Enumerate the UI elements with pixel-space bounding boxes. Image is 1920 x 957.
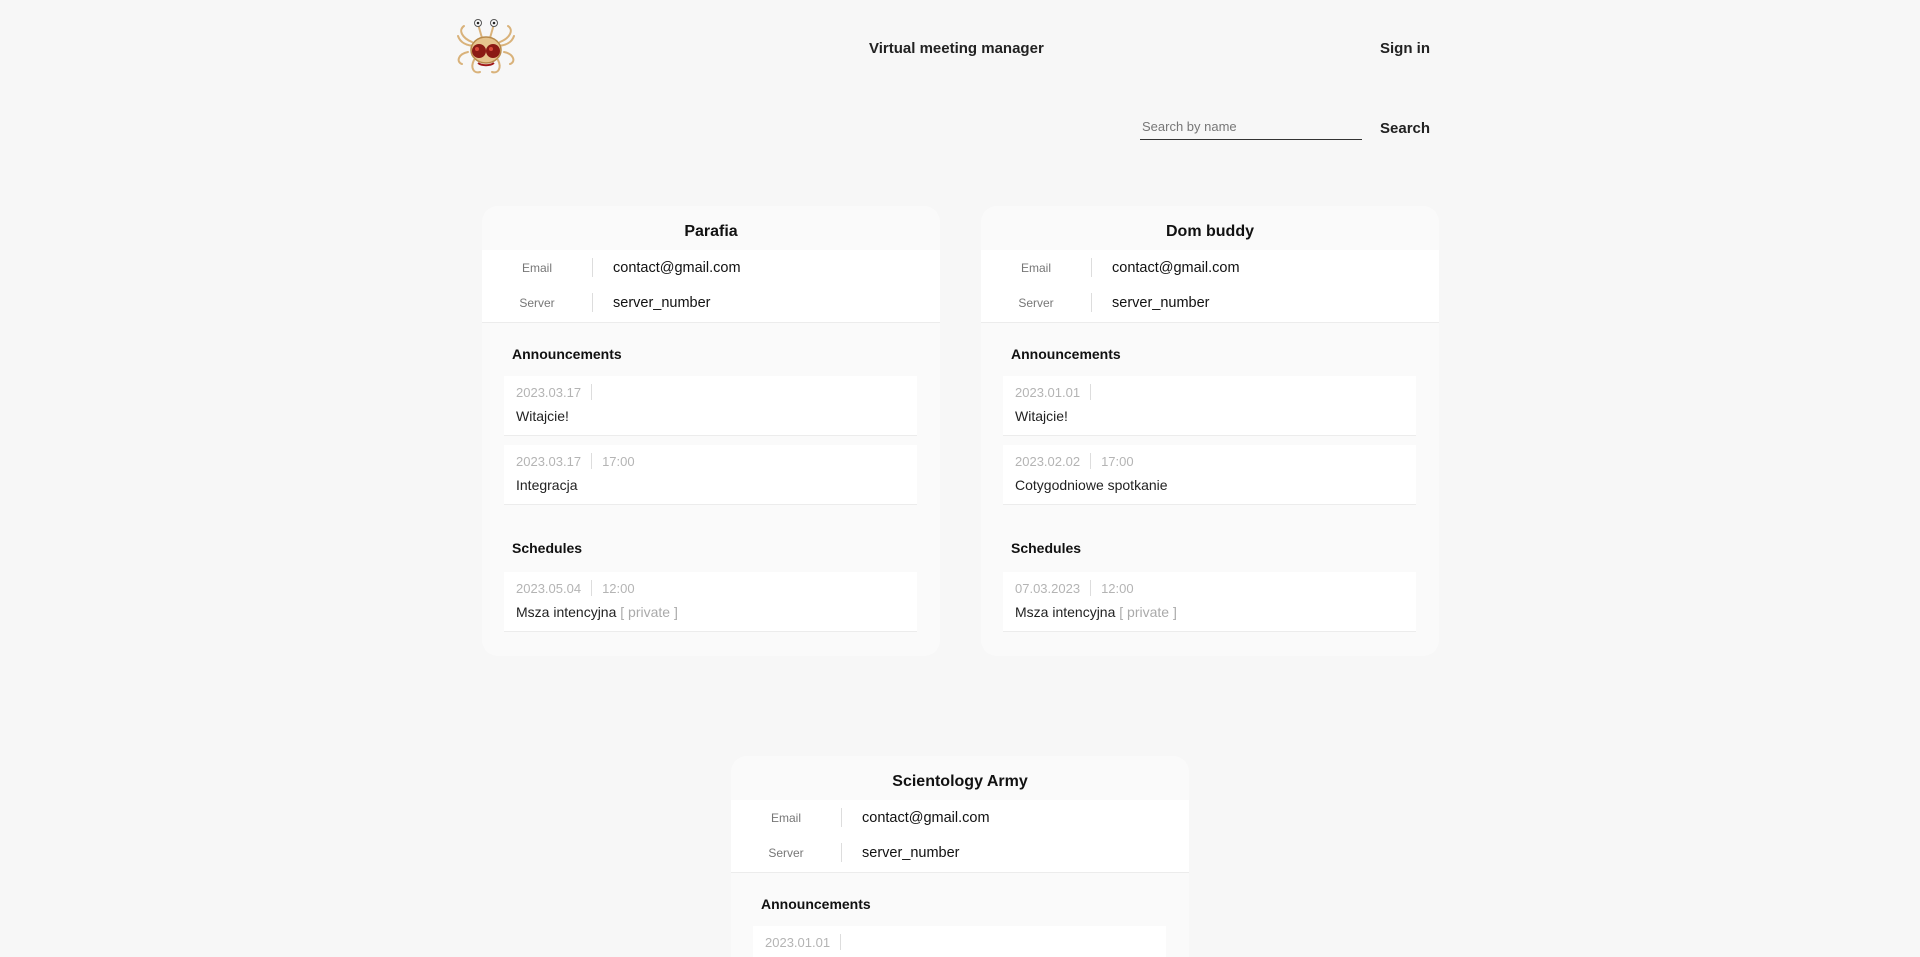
announcement-text: Witajcie! xyxy=(1015,408,1068,424)
schedule-item[interactable]: 2023.05.04 12:00 Msza intencyjna [ privat… xyxy=(504,572,917,632)
search-button[interactable]: Search xyxy=(1380,120,1430,137)
announcement-date: 2023.01.01 xyxy=(765,934,831,950)
schedule-date: 07.03.2023 xyxy=(1015,580,1081,596)
private-tag: [ private ] xyxy=(1119,604,1177,620)
card-title: Scientology Army xyxy=(892,773,1028,790)
announcement-item[interactable]: 2023.01.01 xyxy=(753,926,1166,957)
card-info: Email contact@gmail.com Server server_nu… xyxy=(482,250,940,323)
server-label: Server xyxy=(768,845,804,860)
page: Virtual meeting manager Sign in Search P… xyxy=(0,0,1920,957)
schedules-heading: Schedules xyxy=(1011,540,1082,556)
announcement-item[interactable]: 2023.03.17 17:00 Integracja xyxy=(504,445,917,505)
divider xyxy=(1090,580,1092,596)
divider xyxy=(1090,453,1092,469)
announcement-date: 2023.02.02 xyxy=(1015,453,1081,469)
email-value: contact@gmail.com xyxy=(862,809,990,826)
flying-spaghetti-monster-logo[interactable] xyxy=(452,16,520,80)
server-row: Server server_number xyxy=(482,285,940,320)
announcement-item[interactable]: 2023.03.17 Witajcie! xyxy=(504,376,917,436)
schedule-date: 2023.05.04 xyxy=(516,580,582,596)
announcement-date: 2023.01.01 xyxy=(1015,384,1081,400)
schedule-time: 12:00 xyxy=(602,580,635,596)
email-label: Email xyxy=(770,810,801,825)
server-label: Server xyxy=(519,295,555,310)
organization-card[interactable]: Scientology Army Email contact@gmail.com… xyxy=(731,756,1189,957)
private-tag: [ private ] xyxy=(620,604,678,620)
divider xyxy=(840,934,842,950)
schedule-time: 12:00 xyxy=(1101,580,1134,596)
divider xyxy=(1090,384,1092,400)
email-value: contact@gmail.com xyxy=(1112,259,1240,276)
schedules-heading: Schedules xyxy=(512,540,583,556)
card-title: Dom buddy xyxy=(1166,223,1254,240)
schedule-item[interactable]: 07.03.2023 12:00 Msza intencyjna [ privat… xyxy=(1003,572,1416,632)
schedule-text: Msza intencyjna xyxy=(516,604,617,620)
server-value: server_number xyxy=(862,844,960,861)
announcements-heading: Announcements xyxy=(1011,346,1121,362)
organization-card[interactable]: Dom buddy Email contact@gmail.com Server… xyxy=(981,206,1439,656)
server-row: Server server_number xyxy=(731,835,1189,870)
announcement-text: Integracja xyxy=(516,477,578,493)
schedule-text: Msza intencyjna xyxy=(1015,604,1116,620)
announcements-heading: Announcements xyxy=(512,346,622,362)
announcement-text: Witajcie! xyxy=(516,408,569,424)
server-label: Server xyxy=(1018,295,1054,310)
app-title: Virtual meeting manager xyxy=(869,40,1044,57)
server-value: server_number xyxy=(1112,294,1210,311)
divider xyxy=(591,384,593,400)
sign-in-link[interactable]: Sign in xyxy=(1380,40,1430,57)
organization-card[interactable]: Parafia Email contact@gmail.com Server s… xyxy=(482,206,940,656)
email-row: Email contact@gmail.com xyxy=(731,800,1189,835)
card-info: Email contact@gmail.com Server server_nu… xyxy=(981,250,1439,323)
email-label: Email xyxy=(521,260,552,275)
announcement-item[interactable]: 2023.02.02 17:00 Cotygodniowe spotkanie xyxy=(1003,445,1416,505)
announcement-date: 2023.03.17 xyxy=(516,384,582,400)
announcement-time: 17:00 xyxy=(602,453,635,469)
announcements-heading: Announcements xyxy=(761,896,871,912)
announcement-date: 2023.03.17 xyxy=(516,453,582,469)
search-input[interactable] xyxy=(1140,114,1362,138)
divider xyxy=(591,453,593,469)
email-row: Email contact@gmail.com xyxy=(482,250,940,285)
server-value: server_number xyxy=(613,294,711,311)
announcement-item[interactable]: 2023.01.01 Witajcie! xyxy=(1003,376,1416,436)
announcement-text: Cotygodniowe spotkanie xyxy=(1015,477,1168,493)
email-value: contact@gmail.com xyxy=(613,259,741,276)
server-row: Server server_number xyxy=(981,285,1439,320)
card-title: Parafia xyxy=(684,223,738,240)
search-field xyxy=(1140,114,1362,140)
email-label: Email xyxy=(1020,260,1051,275)
card-info: Email contact@gmail.com Server server_nu… xyxy=(731,800,1189,873)
announcement-time: 17:00 xyxy=(1101,453,1134,469)
divider xyxy=(591,580,593,596)
email-row: Email contact@gmail.com xyxy=(981,250,1439,285)
